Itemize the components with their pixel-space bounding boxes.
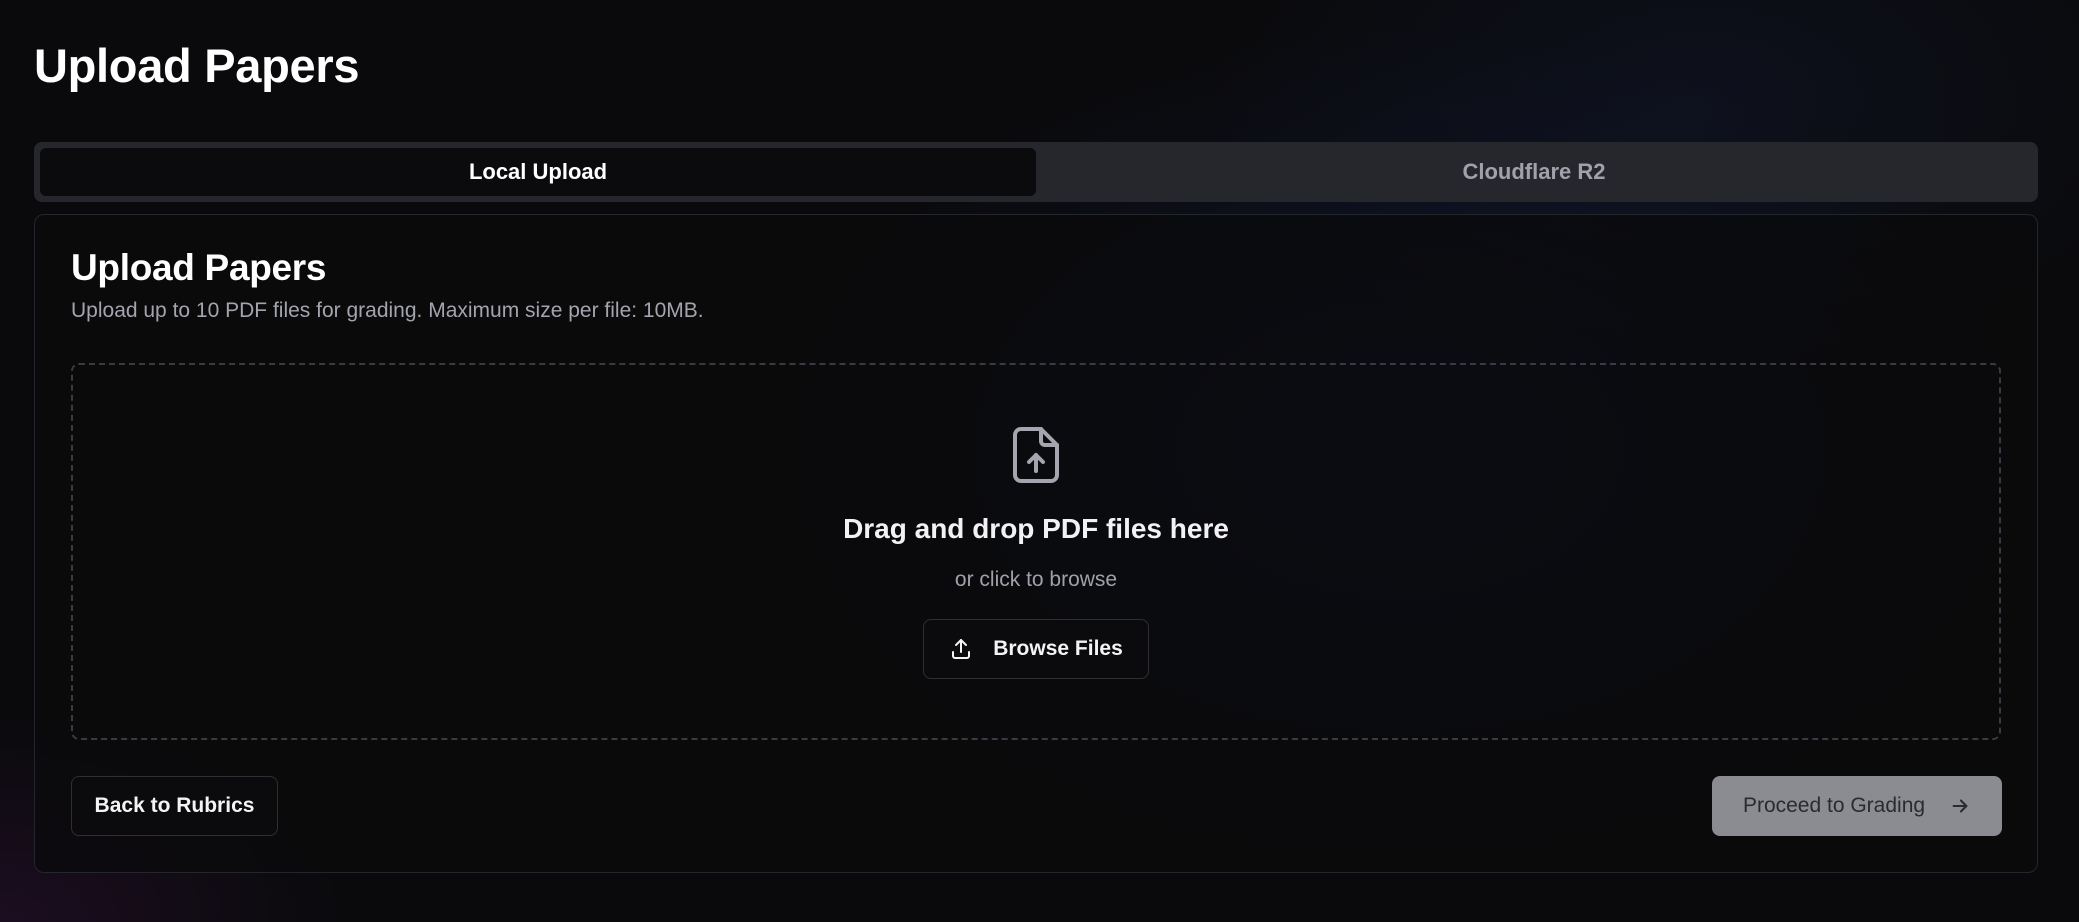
- page-title: Upload Papers: [34, 39, 360, 92]
- dropzone-subtitle: or click to browse: [954, 568, 1118, 591]
- proceed-label: Proceed to Grading: [1742, 794, 1926, 817]
- pdf-dropzone[interactable]: Drag and drop PDF files here or click to…: [71, 363, 2001, 740]
- tab-local-upload[interactable]: Local Upload: [40, 148, 1036, 196]
- proceed-to-grading-button[interactable]: Proceed to Grading: [1712, 776, 2002, 836]
- upload-icon: [949, 637, 973, 661]
- arrow-right-icon: [1949, 795, 1971, 817]
- card-title: Upload Papers: [71, 247, 327, 288]
- tab-cloudflare-r2[interactable]: Cloudflare R2: [1036, 148, 2032, 196]
- file-upload-icon: [1011, 425, 1061, 485]
- dropzone-title: Drag and drop PDF files here: [843, 513, 1229, 544]
- upload-source-tabs: Local Upload Cloudflare R2: [34, 142, 2038, 202]
- card-description: Upload up to 10 PDF files for grading. M…: [71, 299, 704, 322]
- browse-files-button[interactable]: Browse Files: [923, 619, 1149, 679]
- back-to-rubrics-button[interactable]: Back to Rubrics: [71, 776, 278, 836]
- upload-card: Upload Papers Upload up to 10 PDF files …: [34, 214, 2038, 873]
- browse-files-label: Browse Files: [993, 637, 1123, 660]
